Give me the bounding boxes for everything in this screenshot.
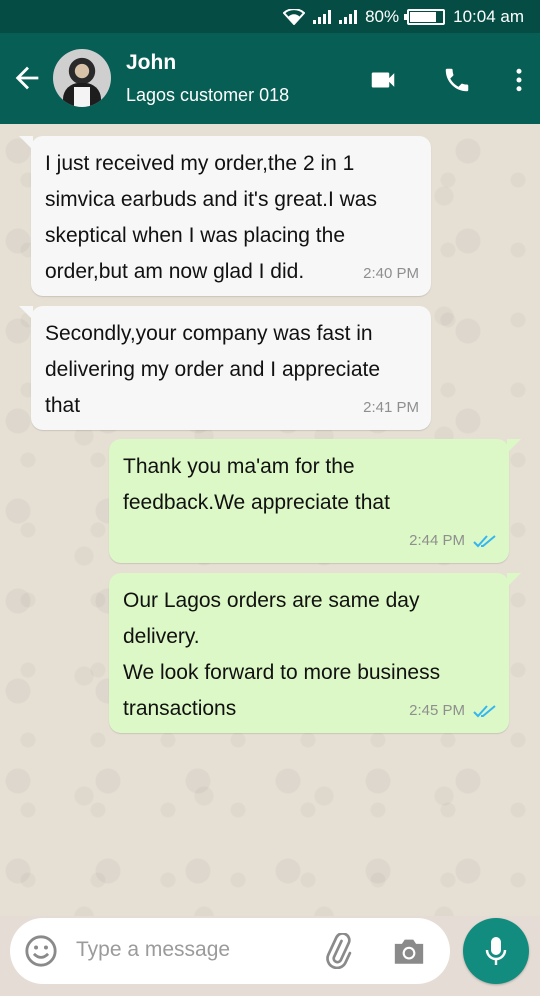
mic-icon: [485, 937, 507, 965]
wifi-icon: [283, 8, 306, 25]
emoji-icon[interactable]: [24, 934, 58, 968]
battery-percent: 80%: [365, 6, 400, 26]
read-receipt-icon: [473, 535, 496, 548]
status-bar: 80% 10:04 am: [0, 0, 540, 33]
message-time: 2:45 PM: [409, 702, 465, 719]
chat-header: John Lagos customer 018: [0, 33, 540, 124]
clock: 10:04 am: [453, 6, 524, 26]
back-arrow-icon[interactable]: [10, 61, 44, 95]
message-time: 2:41 PM: [363, 399, 419, 416]
message-input[interactable]: Type a message: [76, 938, 230, 962]
more-options-icon[interactable]: [502, 65, 536, 95]
signal-icon: [313, 9, 332, 24]
message-text: Secondly,your company was fast in delive…: [45, 322, 381, 417]
message-text: Thank you ma'am for the feedback.We appr…: [123, 455, 390, 514]
message-composer[interactable]: Type a message: [10, 918, 450, 984]
video-call-icon[interactable]: [366, 65, 400, 95]
battery-icon: [404, 8, 446, 25]
message-list[interactable]: I just received my order,the 2 in 1 simv…: [0, 124, 540, 916]
voice-record-button[interactable]: [463, 918, 529, 984]
message-bubble-outgoing[interactable]: Thank you ma'am for the feedback.We appr…: [109, 439, 521, 563]
voice-call-icon[interactable]: [440, 65, 474, 95]
signal-icon: [339, 9, 358, 24]
message-bubble-incoming[interactable]: I just received my order,the 2 in 1 simv…: [19, 136, 431, 296]
read-receipt-icon: [473, 705, 496, 718]
camera-icon[interactable]: [392, 936, 426, 966]
message-bubble-incoming[interactable]: Secondly,your company was fast in delive…: [19, 306, 431, 430]
message-text: I just received my order,the 2 in 1 simv…: [45, 152, 377, 283]
attach-icon[interactable]: [320, 933, 356, 969]
message-time: 2:40 PM: [363, 265, 419, 282]
contact-name[interactable]: John: [126, 51, 176, 75]
message-bubble-outgoing[interactable]: Our Lagos orders are same day delivery. …: [109, 573, 521, 733]
contact-subtitle[interactable]: Lagos customer 018: [126, 85, 289, 106]
avatar[interactable]: [53, 49, 111, 107]
message-time: 2:44 PM: [409, 532, 465, 549]
